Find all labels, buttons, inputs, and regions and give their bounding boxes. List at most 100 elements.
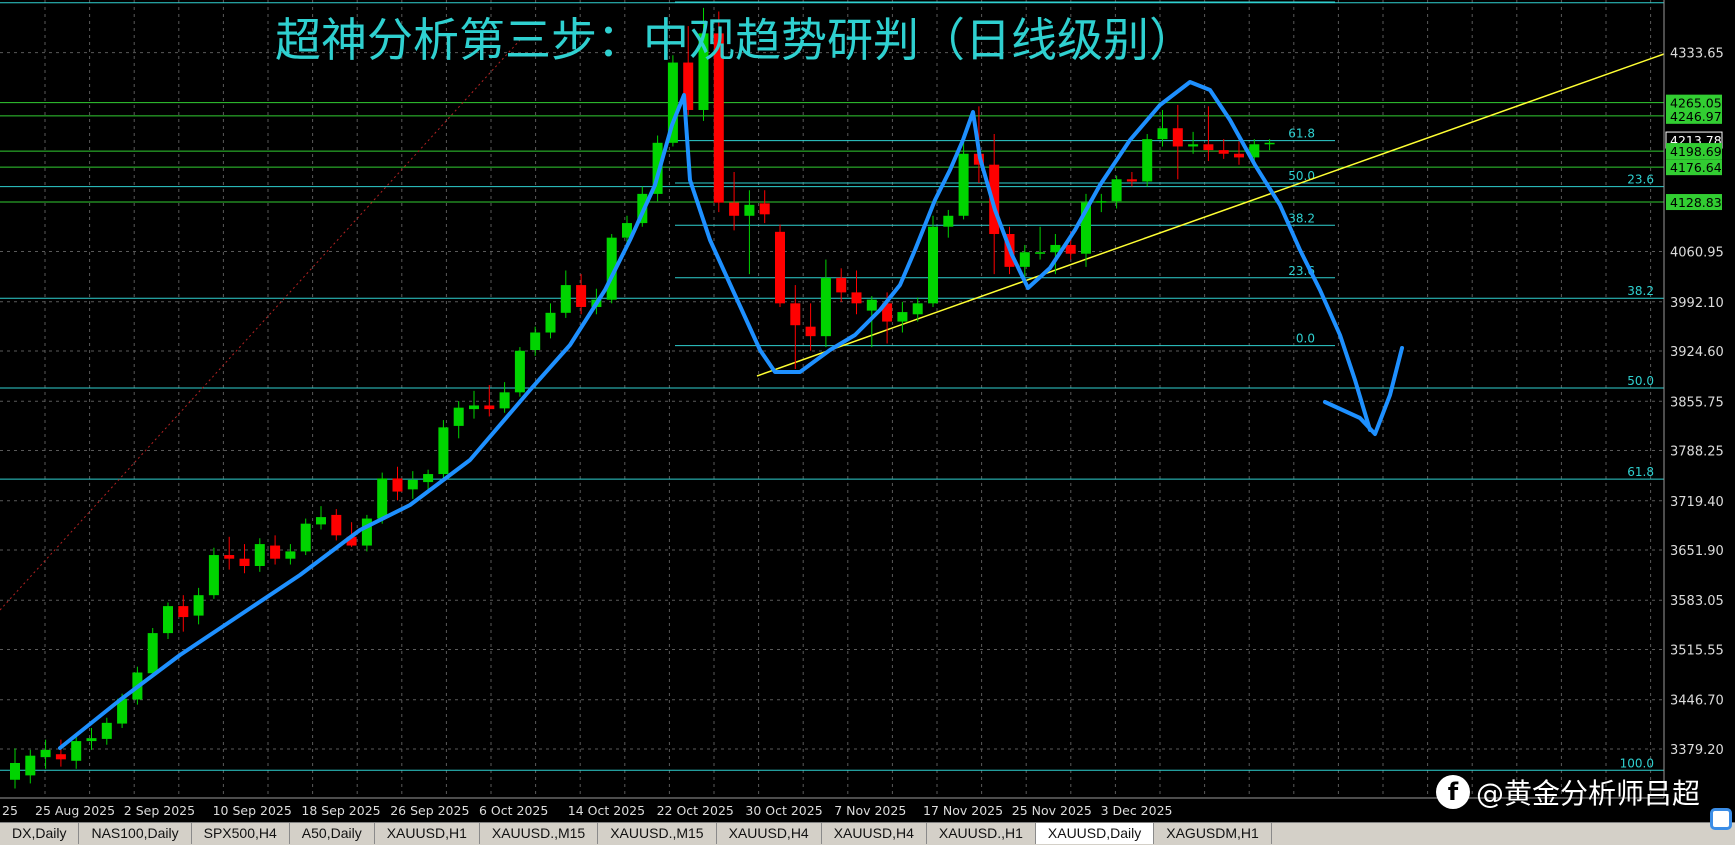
price-tick-label: 3855.75 [1670, 395, 1724, 410]
candle-body [912, 303, 923, 315]
candle-body [224, 555, 235, 559]
candle-body [392, 478, 403, 492]
candle-body [453, 407, 464, 426]
candle-body [254, 544, 265, 566]
candle-body [744, 204, 755, 216]
price-label-text: 4246.97 [1670, 109, 1722, 124]
price-tick-label: 3651.90 [1670, 544, 1724, 559]
chart-tab[interactable]: XAUUSD,H4 [822, 823, 927, 844]
fib-level-label: 23.6 [1627, 173, 1654, 187]
candle-body [1203, 144, 1214, 151]
candle-body [438, 427, 449, 475]
candle-body [1065, 244, 1076, 254]
time-tick-label: 30 Oct 2025 [745, 803, 822, 818]
chart-title: 超神分析第三步：中观趋势研判（日线级别） [275, 13, 1195, 67]
candle-body [316, 517, 326, 525]
candle-body [300, 523, 311, 552]
candle-body [928, 226, 938, 304]
fib-level-label: 38.2 [1627, 284, 1654, 298]
candle-body [790, 303, 801, 326]
time-tick-label: 18 Sep 2025 [301, 803, 380, 818]
candle-body [897, 312, 908, 322]
chart-tab[interactable]: XAUUSD,H4 [717, 823, 822, 844]
time-tick-label: 14 Oct 2025 [568, 803, 645, 818]
candle-body [1172, 128, 1183, 147]
candle-body [407, 479, 418, 490]
chart-tab[interactable]: A50,Daily [290, 823, 375, 844]
candle-body [86, 738, 97, 742]
candle-body [1035, 252, 1046, 254]
candle-body [560, 285, 571, 313]
candle-body [484, 405, 495, 410]
candle-body [147, 633, 158, 674]
candle-body [193, 595, 204, 616]
watermark-text: @黄金分析师吕超 [1476, 777, 1701, 810]
fib-level-label: 0.0 [1635, 0, 1654, 3]
price-tick-label: 3583.05 [1670, 594, 1724, 609]
candle-body [866, 299, 877, 311]
chart-tab[interactable]: XAGUSDM,H1 [1154, 823, 1272, 844]
price-tick-label: 3446.70 [1670, 694, 1724, 709]
candle-body [40, 749, 51, 758]
chart-tabs: DX,Daily NAS100,Daily SPX500,H4 A50,Daily XA… [0, 822, 1735, 845]
chart-tab[interactable]: XAUUSD.,H1 [927, 823, 1036, 844]
time-tick-label: 3 Dec 2025 [1101, 803, 1173, 818]
candle-body [377, 478, 388, 519]
price-tick-label: 4333.65 [1670, 47, 1724, 62]
price-tick-label: 3992.10 [1670, 296, 1724, 311]
fib-inner-label: 50.0 [1288, 169, 1315, 183]
candle-body [1218, 150, 1229, 154]
candle-body [208, 555, 219, 596]
candle-body [943, 215, 954, 227]
chart-tab[interactable]: SPX500,H4 [192, 823, 290, 844]
price-label-text: 4128.83 [1670, 195, 1722, 210]
fib-inner-label: 38.2 [1288, 211, 1315, 225]
chart-tab[interactable]: NAS100,Daily [79, 823, 192, 844]
candle-body [514, 350, 525, 393]
time-tick-label: 7 Nov 2025 [834, 803, 906, 818]
candle-body [1234, 153, 1244, 158]
candle-body [1157, 128, 1168, 140]
time-tick-label: 2 Sep 2025 [124, 803, 195, 818]
candle-body [499, 392, 510, 409]
time-tick-label: 17 Nov 2025 [923, 803, 1003, 818]
fib-level-label: 50.0 [1627, 374, 1654, 388]
price-tick-label: 3379.20 [1670, 743, 1724, 758]
candle-body [423, 474, 434, 483]
watermark: f @黄金分析师吕超 [1436, 772, 1700, 812]
price-tick-label: 3788.25 [1670, 445, 1724, 460]
fib-inner-label: 100.0 [1281, 0, 1315, 2]
time-tick-label: 25 Aug 2025 [35, 803, 115, 818]
chart-tab[interactable]: XAUUSD,Daily [1035, 823, 1155, 844]
time-tick-label: 26 Sep 2025 [390, 803, 469, 818]
candle-body [163, 606, 173, 634]
chart-tab[interactable]: XAUUSD.,M15 [480, 823, 599, 844]
time-tick-label-fragment: 25 [2, 803, 18, 818]
time-tick-label: 22 Oct 2025 [657, 803, 734, 818]
time-tick-label: 6 Oct 2025 [479, 803, 548, 818]
chart-tab[interactable]: XAUUSD,H1 [375, 823, 480, 844]
candle-body [1188, 144, 1199, 147]
facebook-icon: f [1436, 775, 1470, 809]
candle-body [1264, 142, 1275, 145]
candle-body [851, 292, 862, 304]
candle-body [239, 558, 250, 566]
candle-body [10, 762, 20, 780]
candle-body [71, 741, 82, 761]
fib-inner-label: 61.8 [1288, 127, 1315, 141]
chart-tab[interactable]: DX,Daily [0, 823, 80, 844]
app-icon[interactable] [1710, 808, 1732, 830]
candle-body [759, 203, 770, 215]
candle-body [285, 551, 296, 559]
price-label-text: 4198.69 [1670, 144, 1722, 159]
candle-body [805, 326, 816, 337]
price-chart[interactable]: 0.0 23.6 38.2 50.0 61.8 100.0 100.0 61.8 50.0 38.… [0, 0, 1735, 822]
fib-inner-label: 0.0 [1296, 332, 1315, 346]
candle-body [1019, 252, 1030, 267]
price-tick-label: 3719.40 [1670, 495, 1724, 510]
candle-body [545, 312, 556, 333]
candle-body [270, 545, 281, 559]
candle-body [1096, 201, 1107, 203]
chart-tab[interactable]: XAUUSD.,M15 [598, 823, 717, 844]
candle-body [530, 332, 541, 351]
